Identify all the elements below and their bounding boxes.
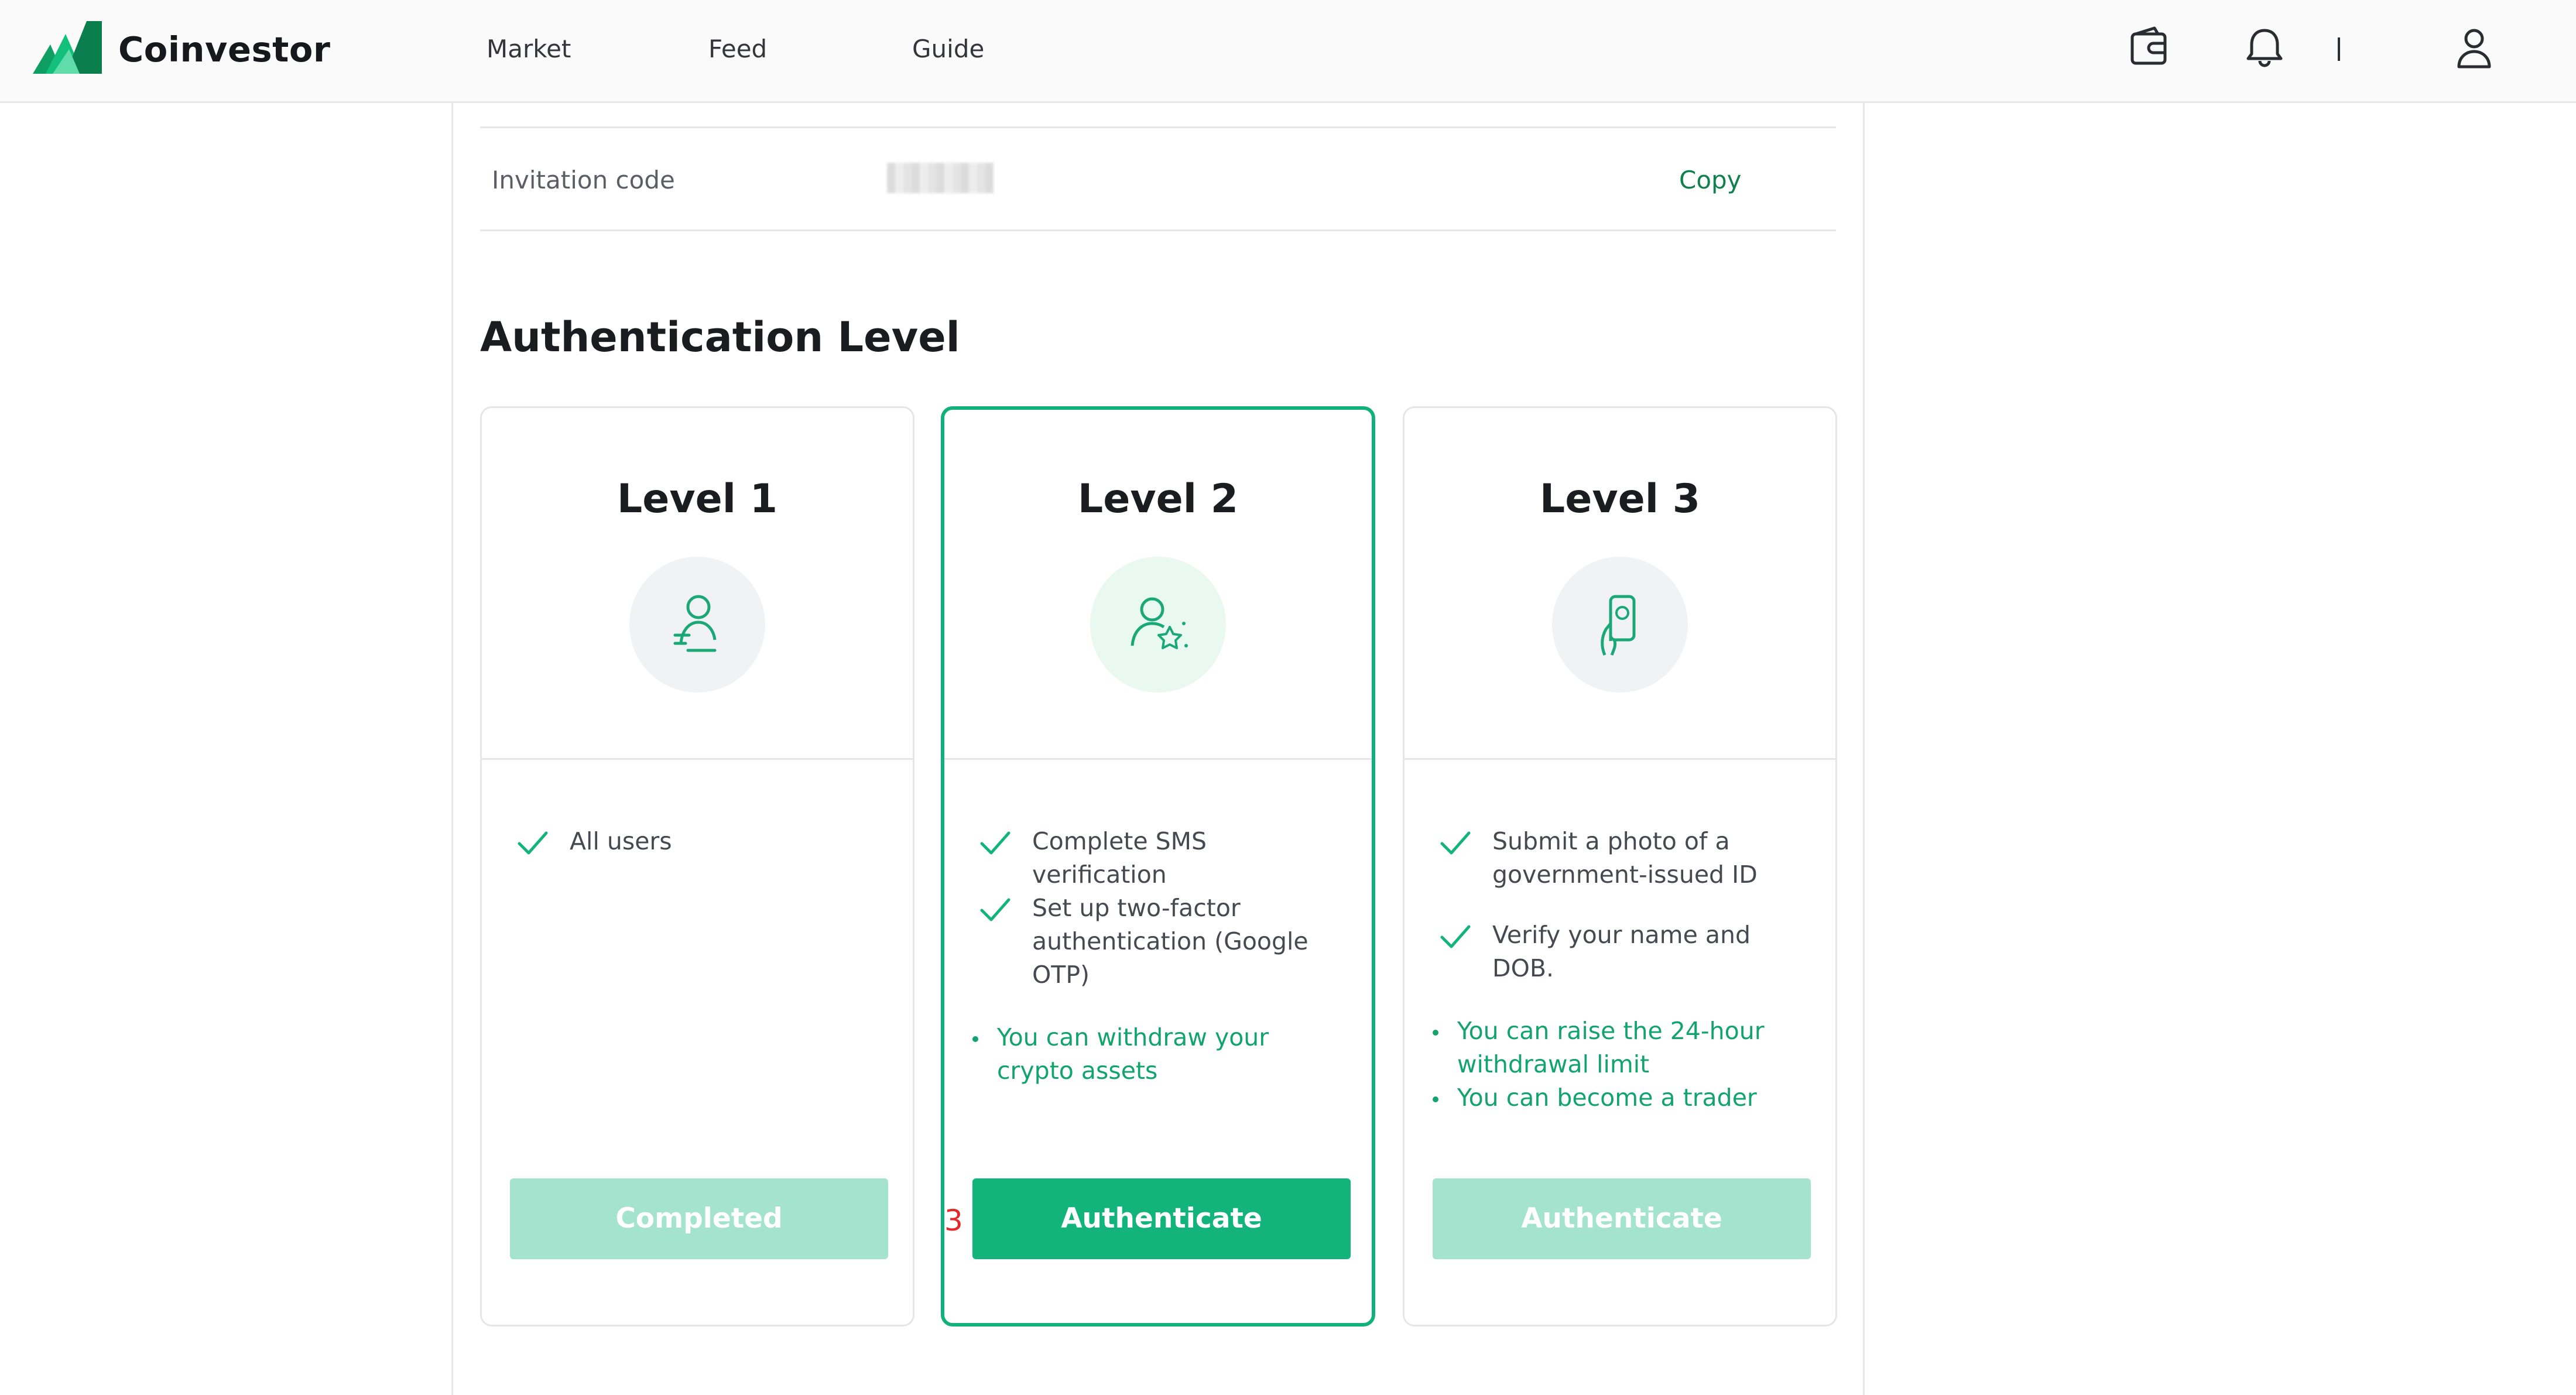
top-navigation-bar: Coinvestor Market Feed Guide — [0, 0, 2576, 103]
coinvestor-logo[interactable] — [33, 21, 102, 77]
authenticate-level-2-button[interactable]: Authenticate — [972, 1178, 1351, 1259]
requirement-item: Complete SMS verification — [979, 825, 1348, 892]
requirement-text: Verify your name and DOB. — [1492, 921, 1751, 982]
benefit-item: You can raise the 24-hour withdrawal lim… — [1433, 1014, 1812, 1081]
authenticate-level-3-button[interactable]: Authenticate — [1433, 1178, 1811, 1259]
requirement-text: All users — [570, 827, 672, 855]
level-title: Level 2 — [1077, 476, 1239, 522]
benefit-item: You can become a trader — [1433, 1081, 1812, 1115]
level-icon-circle — [1090, 557, 1226, 693]
check-icon — [980, 898, 1010, 921]
level-icon-circle — [629, 557, 765, 693]
nav-market[interactable]: Market — [487, 32, 571, 66]
check-icon — [518, 831, 548, 855]
level-title: Level 3 — [1539, 476, 1701, 522]
bell-icon[interactable] — [2242, 25, 2287, 71]
level-title: Level 1 — [616, 476, 778, 522]
card-divider — [1405, 758, 1835, 760]
level-3-card: Level 3 Submit a photo of a government-i… — [1403, 406, 1837, 1327]
user-id-icon — [673, 595, 717, 652]
check-icon — [980, 831, 1010, 855]
level-icon-circle — [1552, 557, 1688, 693]
content-border-right — [1863, 103, 1865, 1395]
invitation-code-value-blurred — [887, 163, 994, 193]
requirement-item: Verify your name and DOB. — [1440, 918, 1812, 985]
requirement-item: Set up two-factor authentication (Google… — [979, 892, 1348, 992]
phone-id-icon — [1601, 595, 1636, 656]
completed-button[interactable]: Completed — [510, 1178, 888, 1259]
level-2-card: Level 2 Complete SMS verification Set up… — [941, 406, 1375, 1327]
divider — [480, 229, 1836, 231]
wallet-icon[interactable] — [2128, 25, 2172, 71]
card-divider — [944, 758, 1372, 760]
requirement-text: Complete SMS verification — [1032, 827, 1207, 889]
card-divider — [482, 758, 913, 760]
benefit-item: You can withdraw your crypto assets — [972, 1021, 1348, 1088]
requirement-text: Set up two-factor authentication (Google… — [1032, 894, 1308, 989]
divider — [480, 126, 1836, 128]
requirement-item: All users — [517, 825, 889, 858]
nav-feed[interactable]: Feed — [708, 32, 767, 66]
requirement-text: Submit a photo of a government-issued ID — [1492, 827, 1758, 889]
nav-guide[interactable]: Guide — [912, 32, 984, 66]
user-icon[interactable] — [2452, 25, 2496, 71]
requirement-item: Submit a photo of a government-issued ID — [1440, 825, 1812, 892]
annotation-number: 3 — [944, 1204, 963, 1238]
section-title: Authentication Level — [480, 313, 960, 361]
copy-invitation-code-button[interactable]: Copy — [1679, 164, 1742, 197]
check-icon — [1440, 925, 1471, 948]
user-verify-icon — [1131, 597, 1188, 649]
level-1-card: Level 1 All users Completed — [480, 406, 914, 1327]
content-border-left — [451, 103, 453, 1395]
brand-name[interactable]: Coinvestor — [118, 27, 331, 73]
header-separator — [2338, 37, 2340, 61]
invitation-code-label: Invitation code — [492, 166, 675, 194]
check-icon — [1440, 831, 1471, 855]
